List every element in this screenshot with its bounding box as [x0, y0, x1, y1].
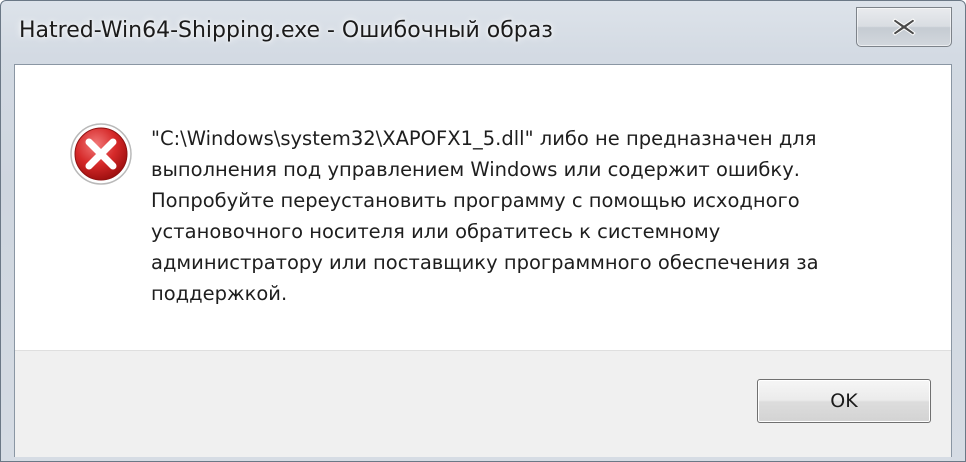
- close-button[interactable]: [856, 7, 952, 47]
- dialog-window: Hatred-Win64-Shipping.exe - Ошибочный об…: [0, 0, 966, 462]
- title-bar[interactable]: Hatred-Win64-Shipping.exe - Ошибочный об…: [1, 1, 965, 63]
- button-bar: OK: [15, 350, 951, 457]
- window-title: Hatred-Win64-Shipping.exe - Ошибочный об…: [19, 18, 553, 43]
- close-icon: [892, 18, 916, 36]
- error-icon: [70, 123, 132, 185]
- ok-button[interactable]: OK: [757, 379, 931, 423]
- error-message: "C:\Windows\system32\XAPOFX1_5.dll" либо…: [151, 127, 819, 305]
- message-area: "C:\Windows\system32\XAPOFX1_5.dll" либо…: [15, 65, 951, 350]
- dialog-client-area: "C:\Windows\system32\XAPOFX1_5.dll" либо…: [14, 64, 952, 457]
